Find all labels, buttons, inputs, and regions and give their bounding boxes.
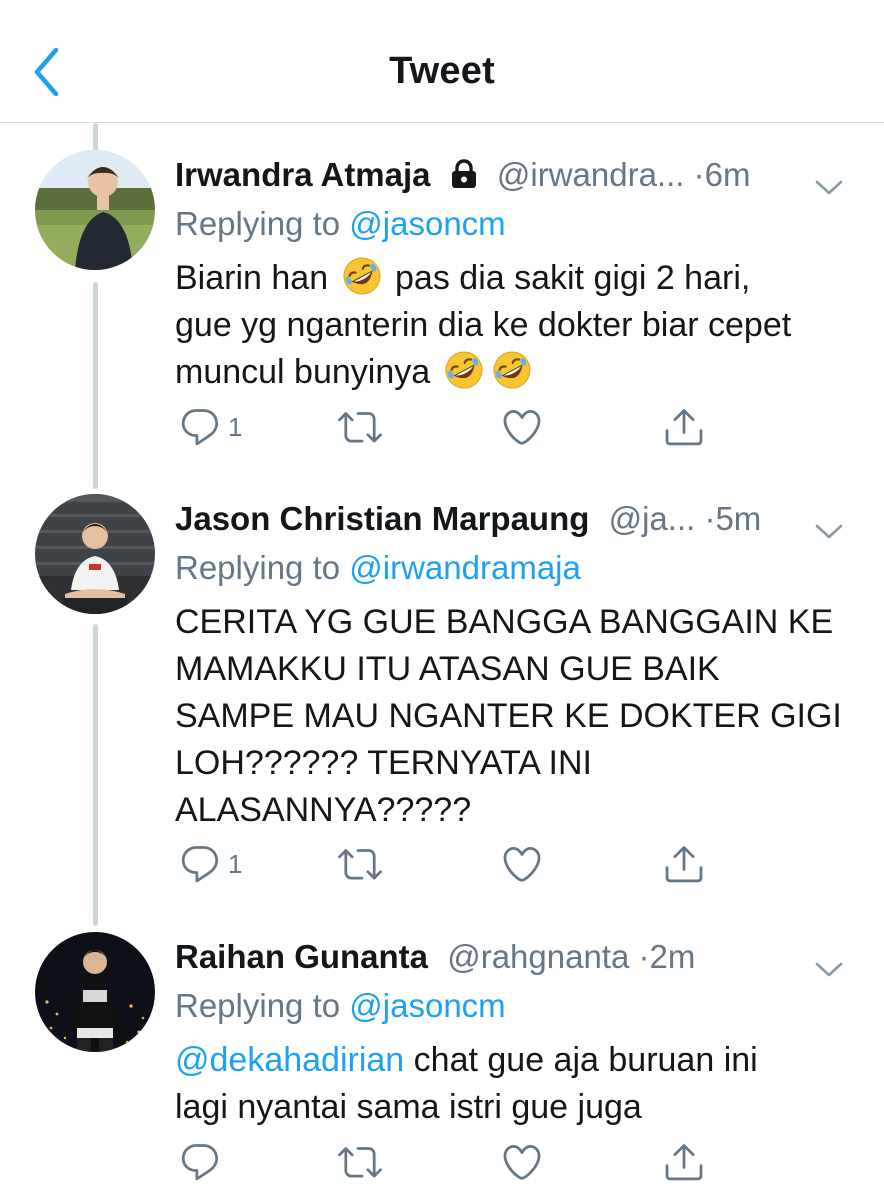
replying-to: Replying to @jasoncm [175, 984, 874, 1028]
replying-to-link[interactable]: @jasoncm [349, 987, 505, 1024]
share-button[interactable] [662, 839, 706, 889]
tweet-actions [0, 1137, 884, 1187]
share-icon [662, 842, 706, 886]
timestamp[interactable]: ·6m [694, 156, 751, 193]
share-icon [662, 405, 706, 449]
tweet-text: Biarin han pas dia sakit gigi 2 hari, gu… [175, 255, 874, 396]
share-button[interactable] [662, 402, 706, 452]
timestamp[interactable]: ·2m [639, 938, 696, 975]
tweet-text: CERITA YG GUE BANGGA BANGGAIN KE MAMAKKU… [175, 599, 874, 834]
display-name[interactable]: Jason Christian Marpaung [175, 500, 589, 537]
avatar[interactable] [35, 932, 155, 1052]
username[interactable]: @rahgnanta [447, 938, 629, 975]
timestamp[interactable]: ·5m [704, 500, 761, 537]
chevron-down-icon[interactable] [814, 944, 844, 994]
lock-icon [450, 153, 478, 203]
avatar[interactable] [35, 494, 155, 614]
tweet-actions: 1 [0, 839, 884, 889]
tweet-text-line: Biarin han [175, 259, 329, 297]
tweet-header: Irwandra Atmaja @irwandra... ·6m [175, 150, 874, 200]
like-button[interactable] [500, 402, 544, 452]
rolling-on-the-floor-laughing-emoji [342, 256, 382, 296]
heart-icon [500, 405, 544, 449]
page-title: Tweet [389, 50, 495, 92]
tweet-text-line: chat gue aja buruan ini [413, 1041, 758, 1079]
top-bar: Tweet [0, 0, 884, 123]
replying-to-label: Replying to [175, 205, 341, 242]
tweet-actions: 1 [0, 402, 884, 452]
tweet-text-line: LOH?????? TERNYATA INI [175, 744, 592, 782]
username[interactable]: @ja... [609, 500, 696, 537]
replying-to: Replying to @irwandramaja [175, 546, 874, 590]
heart-icon [500, 842, 544, 886]
tweet-text-line: ALASANNYA????? [175, 791, 472, 829]
tweet-text-line: muncul bunyinya [175, 353, 431, 391]
reply-button[interactable]: 1 [178, 402, 242, 452]
retweet-icon [338, 405, 382, 449]
tweet-text-line: CERITA YG GUE BANGGA BANGGAIN KE [175, 603, 834, 641]
chevron-down-icon[interactable] [814, 162, 844, 212]
tweet-text-line: MAMAKKU ITU ATASAN GUE BAIK [175, 650, 720, 688]
tweet-text-line: gue yg nganterin dia ke dokter biar cepe… [175, 306, 792, 344]
display-name[interactable]: Irwandra Atmaja [175, 156, 431, 193]
share-button[interactable] [662, 1137, 706, 1187]
tweet-text-line: lagi nyantai sama istri gue juga [175, 1088, 642, 1126]
reply-count: 1 [228, 848, 243, 879]
tweet-text: @dekahadirian chat gue aja buruan ini la… [175, 1037, 874, 1131]
reply-icon [178, 405, 222, 449]
replying-to-label: Replying to [175, 549, 341, 586]
reply-icon [178, 1140, 222, 1184]
reply-icon [178, 842, 222, 886]
retweet-button[interactable] [338, 839, 382, 889]
retweet-icon [338, 842, 382, 886]
reply-button[interactable] [178, 1137, 222, 1187]
like-button[interactable] [500, 1137, 544, 1187]
retweet-icon [338, 1140, 382, 1184]
rolling-on-the-floor-laughing-emoji [444, 350, 484, 390]
tweet-header: Raihan Gunanta @rahgnanta ·2m [175, 932, 874, 982]
replying-to: Replying to @jasoncm [175, 202, 874, 246]
replying-to-link[interactable]: @jasoncm [349, 205, 505, 242]
like-button[interactable] [500, 839, 544, 889]
tweet-text-line: pas dia sakit gigi 2 hari, [395, 259, 751, 297]
thread-connector-top [93, 123, 98, 151]
share-icon [662, 1140, 706, 1184]
reply-count: 1 [228, 411, 243, 442]
tweet-text-line: SAMPE MAU NGANTER KE DOKTER GIGI [175, 697, 842, 735]
replying-to-link[interactable]: @irwandramaja [349, 549, 581, 586]
rolling-on-the-floor-laughing-emoji [492, 350, 532, 390]
tweet-header: Jason Christian Marpaung @ja... ·5m [175, 494, 874, 544]
heart-icon [500, 1140, 544, 1184]
mention-link[interactable]: @dekahadirian [175, 1041, 404, 1079]
replying-to-label: Replying to [175, 987, 341, 1024]
username[interactable]: @irwandra... [497, 156, 685, 193]
retweet-button[interactable] [338, 1137, 382, 1187]
thread-connector [93, 282, 98, 489]
retweet-button[interactable] [338, 402, 382, 452]
chevron-down-icon[interactable] [814, 506, 844, 556]
avatar[interactable] [35, 150, 155, 270]
reply-button[interactable]: 1 [178, 839, 242, 889]
display-name[interactable]: Raihan Gunanta [175, 938, 428, 975]
